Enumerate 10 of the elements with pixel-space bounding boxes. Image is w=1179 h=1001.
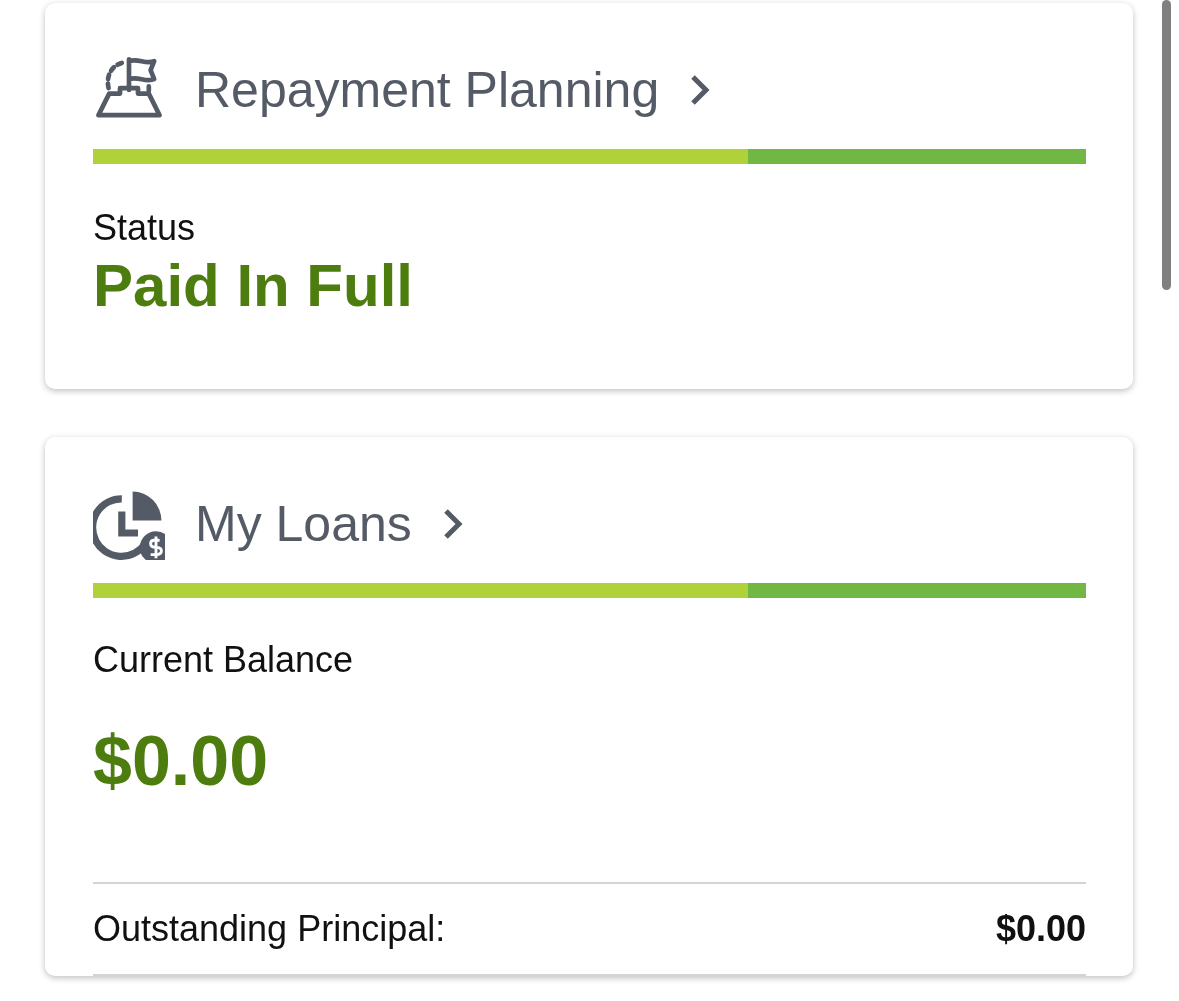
chevron-right-icon[interactable] bbox=[689, 73, 712, 107]
field-label: Status bbox=[93, 206, 197, 250]
card-title-link[interactable]: Repayment Planning bbox=[195, 65, 660, 115]
field-value: $0.00 bbox=[93, 723, 270, 801]
scrollbar-thumb[interactable] bbox=[1162, 0, 1171, 290]
row-label: Outstanding Principal: bbox=[93, 907, 446, 952]
field-value: Paid In Full bbox=[93, 253, 414, 320]
row-value: $0.00 bbox=[995, 907, 1086, 952]
field-label: Current Balance bbox=[93, 638, 355, 682]
card-title-link[interactable]: My Loans bbox=[195, 499, 412, 550]
